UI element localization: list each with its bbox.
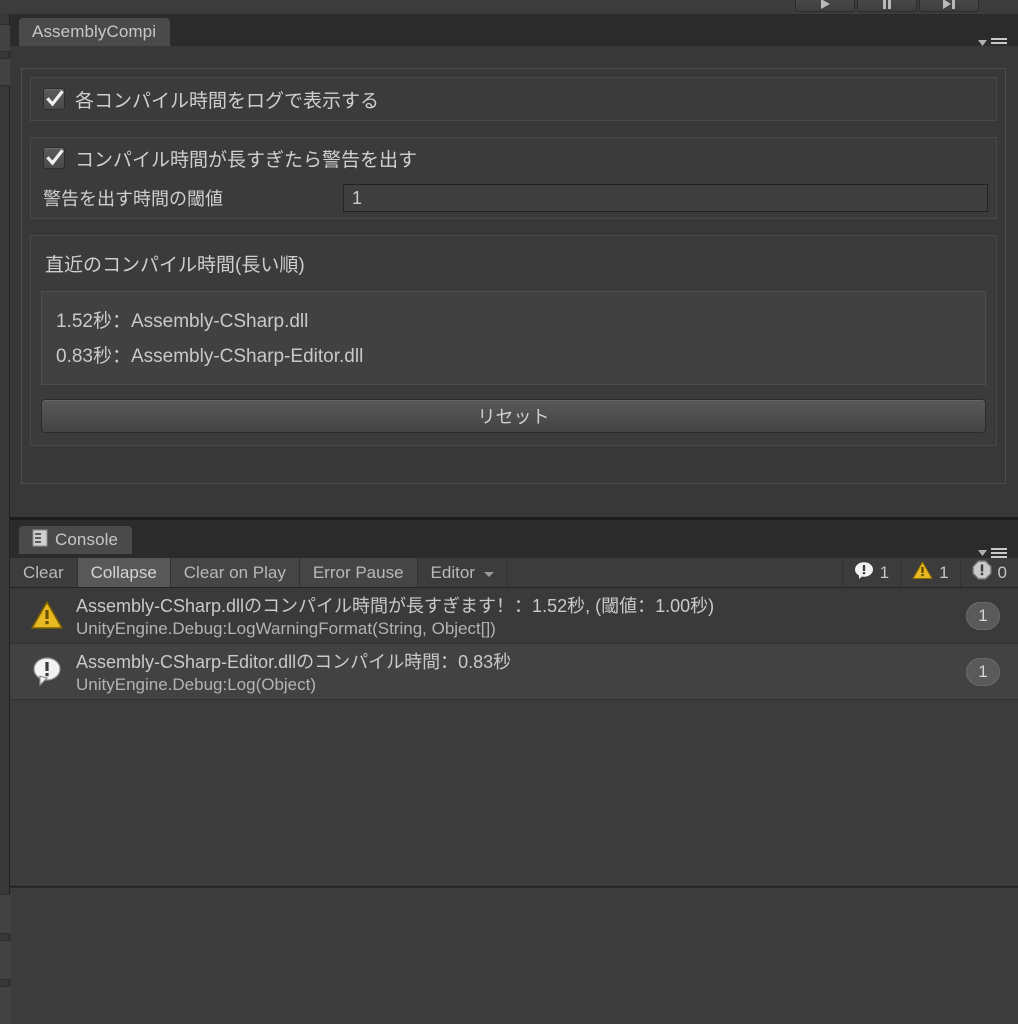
log-message: Assembly-CSharp-Editor.dllのコンパイル時間：0.83秒 [76,652,512,672]
warn-too-long-label: コンパイル時間が長すぎたら警告を出す [75,149,418,171]
clear-on-play-toggle[interactable]: Clear on Play [170,558,300,587]
threshold-row: 警告を出す時間の閾値 1 [31,178,996,218]
error-count[interactable]: 0 [959,558,1018,587]
warn-too-long-row[interactable]: コンパイル時間が長すぎたら警告を出す [31,138,996,178]
warn-too-long-checkbox[interactable] [43,147,65,169]
log-message: Assembly-CSharp.dllのコンパイル時間が長すぎます！：1.52秒… [76,596,715,616]
error-count-value: 0 [997,562,1007,582]
log-each-compile-row[interactable]: 各コンパイル時間をログで表示する [31,78,996,120]
unity-editor-screen: AssemblyCompi 各コンパイル時間をログで表示する コンパイル時間が長… [0,0,1018,1024]
clear-on-play-label: Clear on Play [183,562,286,582]
collapse-count-value: 1 [978,605,988,625]
play-controls [795,0,979,12]
collapse-count-badge: 1 [966,657,1000,686]
recent-title: 直近のコンパイル時間(長い順) [45,255,305,276]
section-warn-too-long: コンパイル時間が長すぎたら警告を出す 警告を出す時間の閾値 1 [30,137,997,219]
warning-icon [912,560,933,585]
table-row[interactable]: Assembly-CSharp-Editor.dllのコンパイル時間：0.83秒… [10,644,1018,700]
editor-filter-dropdown[interactable]: Editor [417,558,508,587]
console-icon [32,529,48,552]
console-toolbar: Clear Collapse Clear on Play Error Pause… [10,558,1018,588]
assembly-compiler-window: AssemblyCompi 各コンパイル時間をログで表示する コンパイル時間が長… [10,14,1018,517]
log-stacktrace: UnityEngine.Debug:Log(Object) [76,675,317,694]
section-log-each-compile: 各コンパイル時間をログで表示する [30,77,997,121]
warning-count[interactable]: 1 [900,558,960,587]
console-tabbar: Console [10,520,1018,558]
step-button[interactable] [919,0,979,12]
tab-label: Console [55,530,119,549]
section-recent-compile-times: 直近のコンパイル時間(長い順) 1.52秒：Assembly-CSharp.dl… [30,235,997,446]
editor-filter-label: Editor [430,562,475,582]
main-toolbar [0,0,1018,14]
info-icon [30,655,76,688]
reset-button-label: リセット [477,407,550,427]
assembly-window-body: 各コンパイル時間をログで表示する コンパイル時間が長すぎたら警告を出す 警告を出… [10,46,1018,517]
list-item: 1.52秒：Assembly-CSharp.dll [56,311,309,332]
collapse-toggle[interactable]: Collapse [77,558,171,587]
log-each-compile-label: 各コンパイル時間をログで表示する [75,90,380,112]
tab-label: AssemblyCompi [32,22,157,41]
tab-assemblycompiler[interactable]: AssemblyCompi [19,18,171,46]
info-count-value: 1 [879,562,890,582]
log-each-compile-checkbox[interactable] [43,88,65,110]
console-window: Console Clear Collapse Clear on Play Err… [10,520,1018,1024]
tab-console[interactable]: Console [19,526,133,554]
toolbar-spacer [507,558,842,587]
error-icon [971,560,992,585]
pause-button[interactable] [857,0,917,12]
threshold-value: 1 [352,187,363,208]
info-icon [854,561,874,585]
warning-icon [30,600,76,631]
info-count[interactable]: 1 [841,558,901,587]
reset-button[interactable]: リセット [41,399,986,433]
collapse-count-value: 1 [978,661,988,681]
error-pause-label: Error Pause [312,562,404,582]
warning-count-value: 1 [939,562,949,582]
chevron-down-icon [483,563,494,583]
error-pause-toggle[interactable]: Error Pause [299,558,418,587]
assembly-tabbar: AssemblyCompi [10,14,1018,48]
log-entry-text: Assembly-CSharp.dllのコンパイル時間が長すぎます！：1.52秒… [76,592,714,639]
console-log-list[interactable]: Assembly-CSharp.dllのコンパイル時間が長すぎます！：1.52秒… [10,588,1018,885]
adjacent-panel-sliver [0,14,10,1024]
play-button[interactable] [795,0,855,12]
collapse-count-badge: 1 [966,601,1000,630]
threshold-label: 警告を出す時間の閾値 [43,189,223,209]
console-splitter[interactable] [10,887,1018,888]
settings-container: 各コンパイル時間をログで表示する コンパイル時間が長すぎたら警告を出す 警告を出… [21,68,1006,484]
recent-list: 1.52秒：Assembly-CSharp.dll 0.83秒：Assembly… [41,291,986,385]
log-entry-text: Assembly-CSharp-Editor.dllのコンパイル時間：0.83秒… [76,648,511,695]
list-item: 0.83秒：Assembly-CSharp-Editor.dll [56,346,364,367]
clear-button-label: Clear [23,562,64,582]
collapse-toggle-label: Collapse [90,562,157,582]
log-stacktrace: UnityEngine.Debug:LogWarningFormat(Strin… [76,619,496,638]
threshold-input[interactable]: 1 [343,184,988,212]
table-row[interactable]: Assembly-CSharp.dllのコンパイル時間が長すぎます！：1.52秒… [10,588,1018,644]
console-detail-pane[interactable] [10,886,1018,1024]
clear-button[interactable]: Clear [10,558,78,587]
